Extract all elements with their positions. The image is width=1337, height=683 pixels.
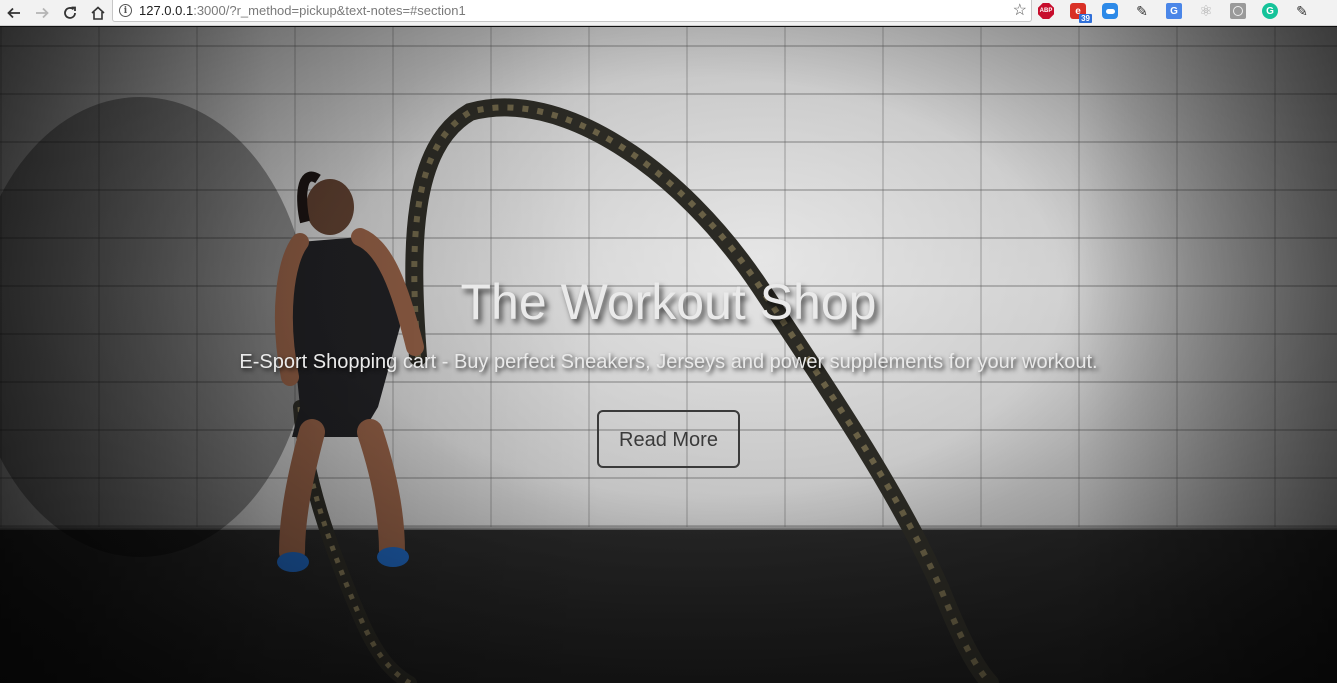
reload-icon[interactable] (56, 0, 84, 26)
address-bar[interactable]: i 127.0.0.1:3000/?r_method=pickup&text-n… (112, 0, 1032, 22)
extensions-bar: ABP e 39 ✎ G ⚛ G ✎ (1038, 0, 1326, 23)
read-more-button[interactable]: Read More (597, 410, 740, 468)
back-arrow-icon[interactable] (0, 0, 28, 26)
react-devtools-icon[interactable]: ⚛ (1198, 3, 1214, 20)
cloud-extension-icon[interactable] (1102, 3, 1118, 19)
extension-badge: 39 (1079, 14, 1092, 23)
eyedropper-icon[interactable]: ✎ (1134, 3, 1150, 19)
url-host: 127.0.0.1 (139, 3, 194, 18)
hero-section: The Workout Shop E-Sport Shopping cart -… (0, 27, 1337, 683)
bookmark-star-icon[interactable]: ☆ (1013, 0, 1027, 20)
red-extension-icon[interactable]: e 39 (1070, 3, 1092, 23)
color-picker-icon[interactable]: ✎ (1294, 3, 1310, 19)
url-path: :3000/?r_method=pickup&text-notes=#secti… (193, 3, 466, 18)
google-translate-icon[interactable]: G (1166, 3, 1182, 19)
home-icon[interactable] (84, 0, 112, 26)
hero-content: The Workout Shop E-Sport Shopping cart -… (0, 273, 1337, 468)
hero-title: The Workout Shop (460, 274, 877, 330)
adblock-plus-icon[interactable]: ABP (1038, 3, 1054, 19)
site-info-icon[interactable]: i (119, 4, 132, 17)
grammarly-icon[interactable]: G (1262, 3, 1278, 19)
grey-extension-icon[interactable] (1230, 3, 1246, 19)
forward-arrow-icon[interactable] (28, 0, 56, 26)
browser-toolbar: i 127.0.0.1:3000/?r_method=pickup&text-n… (0, 0, 1337, 26)
hero-subtitle: E-Sport Shopping cart - Buy perfect Snea… (239, 351, 1098, 373)
